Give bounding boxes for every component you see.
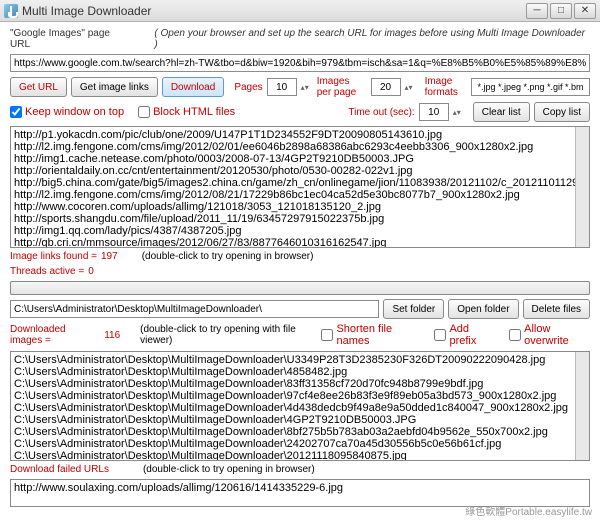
folder-path-input[interactable] (10, 300, 379, 318)
links-found-label: Image links found = (10, 251, 97, 262)
downloaded-count: 116 (104, 330, 120, 341)
url-label: "Google Images" page URL (10, 28, 132, 50)
pages-input[interactable] (267, 78, 297, 96)
close-button[interactable]: ✕ (574, 3, 596, 19)
maximize-button[interactable]: □ (550, 3, 572, 19)
threads-label: Threads active = (10, 266, 84, 277)
minimize-button[interactable]: ─ (526, 3, 548, 19)
ipp-spinner-icon[interactable]: ▴▾ (405, 83, 413, 92)
image-formats-label: Image formats (425, 76, 467, 98)
download-button[interactable]: Download (162, 77, 224, 97)
title-bar: Multi Image Downloader ─ □ ✕ (0, 0, 600, 22)
shorten-filenames-checkbox[interactable]: Shorten file names (321, 323, 418, 347)
failed-hint: (double-click to try opening in browser) (143, 464, 315, 475)
failed-label: Download failed URLs (10, 464, 109, 475)
image-formats-input[interactable] (471, 78, 590, 96)
window-buttons: ─ □ ✕ (526, 3, 596, 19)
keep-on-top-checkbox[interactable]: Keep window on top (10, 106, 124, 118)
clear-list-button[interactable]: Clear list (473, 102, 530, 122)
downloaded-label: Downloaded images = (10, 324, 100, 346)
downloaded-scrollbar[interactable] (575, 352, 589, 460)
get-url-button[interactable]: Get URL (10, 77, 67, 97)
footer-watermark: 綠色軟體Portable.easylife.tw (465, 503, 592, 518)
block-html-checkbox[interactable]: Block HTML files (138, 106, 235, 118)
open-folder-button[interactable]: Open folder (448, 299, 518, 319)
progress-bar (10, 281, 590, 295)
copy-list-button[interactable]: Copy list (534, 102, 590, 122)
links-scrollbar[interactable] (575, 127, 589, 247)
links-found-count: 197 (101, 251, 118, 262)
threads-count: 0 (88, 266, 94, 277)
set-folder-button[interactable]: Set folder (383, 299, 444, 319)
timeout-input[interactable] (419, 103, 449, 121)
timeout-spinner-icon[interactable]: ▴▾ (453, 108, 461, 117)
pages-label: Pages (234, 82, 262, 93)
pages-spinner-icon[interactable]: ▴▾ (301, 83, 309, 92)
downloaded-list[interactable]: C:\Users\Administrator\Desktop\MultiImag… (10, 351, 590, 461)
get-image-links-button[interactable]: Get image links (71, 77, 158, 97)
images-per-page-label: Images per page (317, 76, 367, 98)
add-prefix-checkbox[interactable]: Add prefix (434, 323, 493, 347)
url-input[interactable] (10, 54, 590, 72)
app-icon (4, 4, 18, 18)
links-found-hint: (double-click to try opening in browser) (142, 251, 314, 262)
downloaded-hint: (double-click to try opening with file v… (140, 324, 313, 346)
timeout-label: Time out (sec): (348, 107, 414, 118)
allow-overwrite-checkbox[interactable]: Allow overwrite (509, 323, 590, 347)
delete-files-button[interactable]: Delete files (523, 299, 590, 319)
url-hint: ( Open your browser and set up the searc… (154, 28, 590, 50)
images-per-page-input[interactable] (371, 78, 401, 96)
window-title: Multi Image Downloader (22, 4, 526, 18)
image-links-list[interactable]: http://p1.yokacdn.com/pic/club/one/2009/… (10, 126, 590, 248)
